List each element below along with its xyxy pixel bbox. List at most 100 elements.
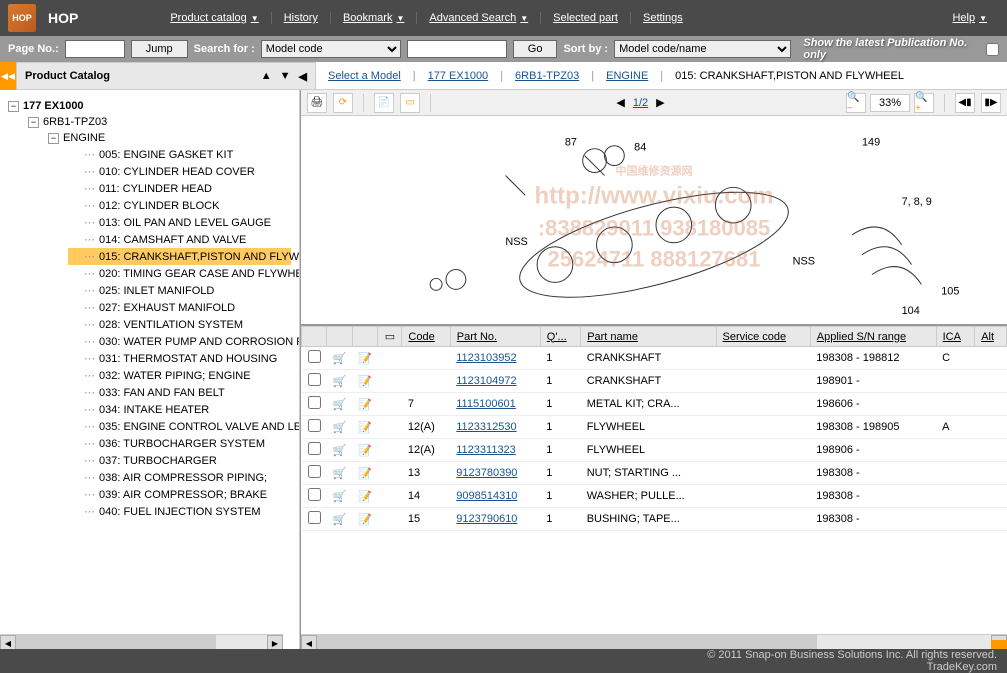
part-no-link[interactable]: 9123780390 xyxy=(456,467,517,479)
jump-button[interactable]: Jump xyxy=(131,40,188,58)
part-no-link[interactable]: 1123312530 xyxy=(456,421,516,433)
cart-icon[interactable]: 🛒 xyxy=(333,514,347,526)
new-doc-button[interactable]: 📄 xyxy=(374,93,394,113)
tree-leaf[interactable]: 035: ENGINE CONTROL VALVE AND LEVER xyxy=(68,418,291,435)
search-for-select[interactable]: Model code xyxy=(261,40,401,58)
th-qty[interactable]: Q'... xyxy=(540,327,580,347)
nav-settings[interactable]: Settings xyxy=(631,12,695,24)
tree-leaf[interactable]: 028: VENTILATION SYSTEM xyxy=(68,316,291,333)
page-indicator[interactable]: 1/2 xyxy=(633,97,648,109)
tree-leaf[interactable]: 034: INTAKE HEATER xyxy=(68,401,291,418)
note-icon[interactable]: 📝 xyxy=(358,399,372,411)
collapse-sidebar-tab[interactable]: ◀◀ xyxy=(0,62,16,90)
cart-icon[interactable]: 🛒 xyxy=(333,376,347,388)
tree-leaf[interactable]: 005: ENGINE GASKET KIT xyxy=(68,146,291,163)
nav-history[interactable]: History xyxy=(272,12,331,24)
cart-icon[interactable]: 🛒 xyxy=(333,445,347,457)
nav-bookmark[interactable]: Bookmark▼ xyxy=(331,12,417,24)
row-checkbox[interactable] xyxy=(308,396,321,409)
cart-icon[interactable]: 🛒 xyxy=(333,399,347,411)
up-arrow-icon[interactable]: ▲ xyxy=(261,70,272,82)
tree-leaf[interactable]: 027: EXHAUST MANIFOLD xyxy=(68,299,291,316)
tree-leaf[interactable]: 032: WATER PIPING; ENGINE xyxy=(68,367,291,384)
go-button[interactable]: Go xyxy=(513,40,558,58)
th-sn[interactable]: Applied S/N range xyxy=(810,327,936,347)
note-icon[interactable]: 📝 xyxy=(358,353,372,365)
part-no-link[interactable]: 9098514310 xyxy=(456,490,517,502)
cart-icon[interactable]: 🛒 xyxy=(333,491,347,503)
note-icon[interactable]: 📝 xyxy=(358,514,372,526)
scroll-thumb[interactable] xyxy=(16,635,216,650)
note-icon[interactable]: 📝 xyxy=(358,376,372,388)
tree-leaf[interactable]: 039: AIR COMPRESSOR; BRAKE xyxy=(68,486,291,503)
scroll-right-arrow[interactable]: ▶ xyxy=(267,635,283,650)
tree-sub[interactable]: 6RB1-TPZ03 xyxy=(43,116,107,128)
page-no-input[interactable] xyxy=(65,40,125,58)
scroll-left-arrow[interactable]: ◀ xyxy=(0,635,16,650)
sort-by-select[interactable]: Model code/name xyxy=(614,40,791,58)
tree-section[interactable]: ENGINE xyxy=(63,132,105,144)
tree-leaf[interactable]: 025: INLET MANIFOLD xyxy=(68,282,291,299)
note-icon[interactable]: 📝 xyxy=(358,491,372,503)
search-input[interactable] xyxy=(407,40,507,58)
nav-advanced-search[interactable]: Advanced Search▼ xyxy=(417,12,541,24)
row-checkbox[interactable] xyxy=(308,350,321,363)
breadcrumb-model[interactable]: 177 EX1000 xyxy=(428,70,489,82)
help-menu[interactable]: Help▼ xyxy=(940,12,999,24)
tree-leaf[interactable]: 014: CAMSHAFT AND VALVE xyxy=(68,231,291,248)
row-checkbox[interactable] xyxy=(308,488,321,501)
th-code[interactable]: Code xyxy=(402,327,450,347)
nav-product-catalog[interactable]: Product catalog▼ xyxy=(158,12,271,24)
nav-prev-icon[interactable]: ◀▮ xyxy=(955,93,975,113)
refresh-button[interactable]: ⟳ xyxy=(333,93,353,113)
tree-leaf[interactable]: 038: AIR COMPRESSOR PIPING; xyxy=(68,469,291,486)
th-ica[interactable]: ICA xyxy=(936,327,975,347)
note-icon[interactable]: 📝 xyxy=(358,422,372,434)
tree-leaf[interactable]: 033: FAN AND FAN BELT xyxy=(68,384,291,401)
part-no-link[interactable]: 1123311323 xyxy=(456,444,516,456)
th-partno[interactable]: Part No. xyxy=(450,327,540,347)
note-icon[interactable]: 📝 xyxy=(358,468,372,480)
th-alt[interactable]: Alt xyxy=(975,327,1007,347)
cart-icon[interactable]: 🛒 xyxy=(333,353,347,365)
nav-selected-part[interactable]: Selected part xyxy=(541,12,631,24)
breadcrumb-select-model[interactable]: Select a Model xyxy=(328,70,401,82)
part-no-link[interactable]: 9123790610 xyxy=(456,513,517,525)
row-checkbox[interactable] xyxy=(308,442,321,455)
zoom-out-button[interactable]: 🔍− xyxy=(846,93,866,113)
parts-diagram[interactable]: 87 84 149 7, 8, 9 NSS NSS 105 104 中国维修资源… xyxy=(301,116,1007,326)
tree-leaf[interactable]: 040: FUEL INJECTION SYSTEM xyxy=(68,503,291,520)
zoom-input[interactable] xyxy=(870,94,910,112)
tree-toggle[interactable]: − xyxy=(48,133,59,144)
tree-leaf[interactable]: 011: CYLINDER HEAD xyxy=(68,180,291,197)
print-button[interactable]: 🖨 xyxy=(307,93,327,113)
nav-next-icon[interactable]: ▮▶ xyxy=(981,93,1001,113)
tree-leaf[interactable]: 013: OIL PAN AND LEVEL GAUGE xyxy=(68,214,291,231)
scroll-thumb[interactable] xyxy=(317,635,817,650)
tree-leaf[interactable]: 020: TIMING GEAR CASE AND FLYWHEEL HOUSI… xyxy=(68,265,291,282)
th-service[interactable]: Service code xyxy=(716,327,810,347)
tree-root[interactable]: 177 EX1000 xyxy=(23,100,84,112)
cart-icon[interactable]: 🛒 xyxy=(333,468,347,480)
row-checkbox[interactable] xyxy=(308,465,321,478)
row-checkbox[interactable] xyxy=(308,511,321,524)
tree-leaf[interactable]: 012: CYLINDER BLOCK xyxy=(68,197,291,214)
latest-pub-checkbox[interactable] xyxy=(986,43,999,56)
tree-toggle[interactable]: − xyxy=(8,101,19,112)
note-icon[interactable]: 📝 xyxy=(358,445,372,457)
edit-button[interactable]: ▭ xyxy=(400,93,420,113)
tree-leaf[interactable]: 015: CRANKSHAFT,PISTON AND FLYWHEEL xyxy=(68,248,291,265)
row-checkbox[interactable] xyxy=(308,419,321,432)
parts-table-wrap[interactable]: ▭ Code Part No. Q'... Part name Service … xyxy=(301,326,1007,634)
down-arrow-icon[interactable]: ▼ xyxy=(280,70,291,82)
part-no-link[interactable]: 1123104972 xyxy=(456,375,516,387)
zoom-in-button[interactable]: 🔍+ xyxy=(914,93,934,113)
row-checkbox[interactable] xyxy=(308,373,321,386)
sidebar-tree[interactable]: −177 EX1000 −6RB1-TPZ03 −ENGINE 005: ENG… xyxy=(0,90,300,650)
part-no-link[interactable]: 1123103952 xyxy=(456,352,516,364)
tree-leaf[interactable]: 010: CYLINDER HEAD COVER xyxy=(68,163,291,180)
tree-leaf[interactable]: 037: TURBOCHARGER xyxy=(68,452,291,469)
tree-leaf[interactable]: 036: TURBOCHARGER SYSTEM xyxy=(68,435,291,452)
collapse-icon[interactable]: ◀ xyxy=(299,70,307,83)
breadcrumb-section[interactable]: ENGINE xyxy=(606,70,648,82)
